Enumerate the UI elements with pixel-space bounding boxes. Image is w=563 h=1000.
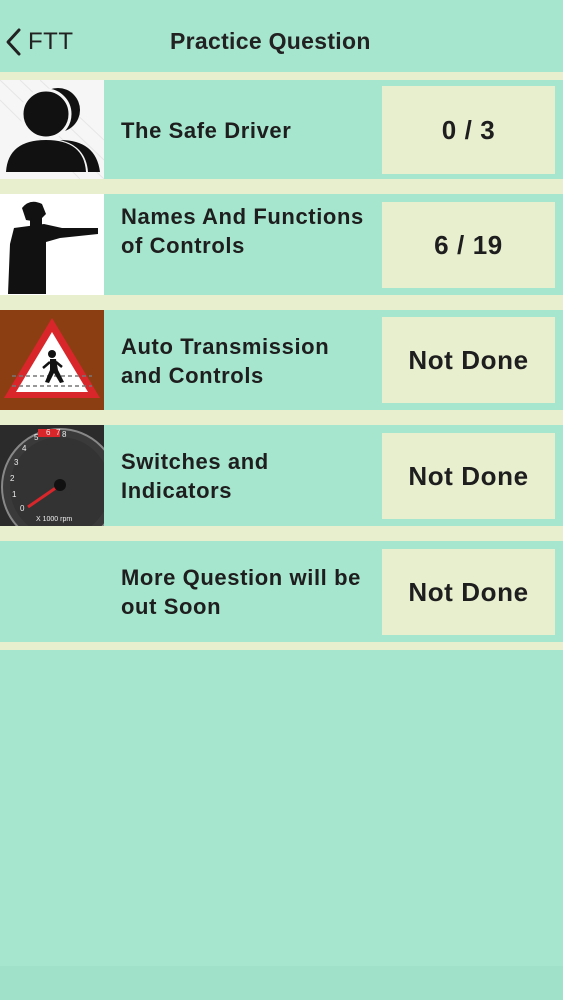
svg-text:4: 4: [22, 444, 27, 453]
list-item-label: Switches and Indicators: [121, 449, 269, 503]
svg-text:8: 8: [62, 430, 67, 439]
pedestrian-crossing-sign-icon: [0, 310, 104, 410]
svg-text:7: 7: [56, 428, 61, 437]
progress-status: 0 / 3: [382, 86, 555, 174]
list-item-names-functions-controls[interactable]: Names And Functions of Controls 6 / 19: [0, 194, 563, 295]
progress-status: Not Done: [382, 549, 555, 635]
svg-text:1: 1: [12, 490, 17, 499]
tachometer-icon: 0 1 2 3 4 5 6 7 8 X 1000 rpm: [0, 425, 104, 526]
list-item-switches-indicators[interactable]: 0 1 2 3 4 5 6 7 8 X 1000 rpm Switches an…: [0, 425, 563, 526]
row-separator: [0, 179, 563, 194]
progress-status: Not Done: [382, 433, 555, 519]
svg-text:6: 6: [46, 428, 51, 437]
svg-text:5: 5: [34, 433, 39, 442]
page-title: Practice Question: [170, 28, 371, 54]
gauge-caption: X 1000 rpm: [36, 516, 72, 523]
row-separator: [0, 295, 563, 310]
bottom-bar: [0, 966, 563, 1000]
list-item-label: More Question will be out Soon: [121, 565, 361, 619]
list-item-label: Names And Functions of Controls: [121, 204, 364, 258]
row-separator: [0, 642, 563, 650]
progress-status: Not Done: [382, 317, 555, 403]
row-separator: [0, 410, 563, 425]
progress-status: 6 / 19: [382, 202, 555, 288]
svg-text:0: 0: [20, 504, 25, 513]
chevron-left-icon: [6, 28, 21, 56]
navigation-bar: FTT Practice Question: [0, 0, 563, 76]
pointing-officer-icon: [0, 194, 104, 295]
person-avatar-icon: [0, 80, 104, 179]
list-item-more-coming-soon[interactable]: More Question will be out Soon Not Done: [0, 541, 563, 642]
back-button[interactable]: FTT: [4, 26, 73, 58]
list-item-auto-transmission[interactable]: Auto Transmission and Controls Not Done: [0, 310, 563, 410]
svg-text:2: 2: [10, 474, 15, 483]
row-separator: [0, 72, 563, 80]
list-item-safe-driver[interactable]: The Safe Driver 0 / 3: [0, 80, 563, 179]
list-item-label: Auto Transmission and Controls: [121, 334, 330, 388]
svg-text:3: 3: [14, 458, 19, 467]
back-button-label: FTT: [28, 28, 74, 55]
list-item-label: The Safe Driver: [121, 118, 292, 143]
row-separator: [0, 526, 563, 541]
